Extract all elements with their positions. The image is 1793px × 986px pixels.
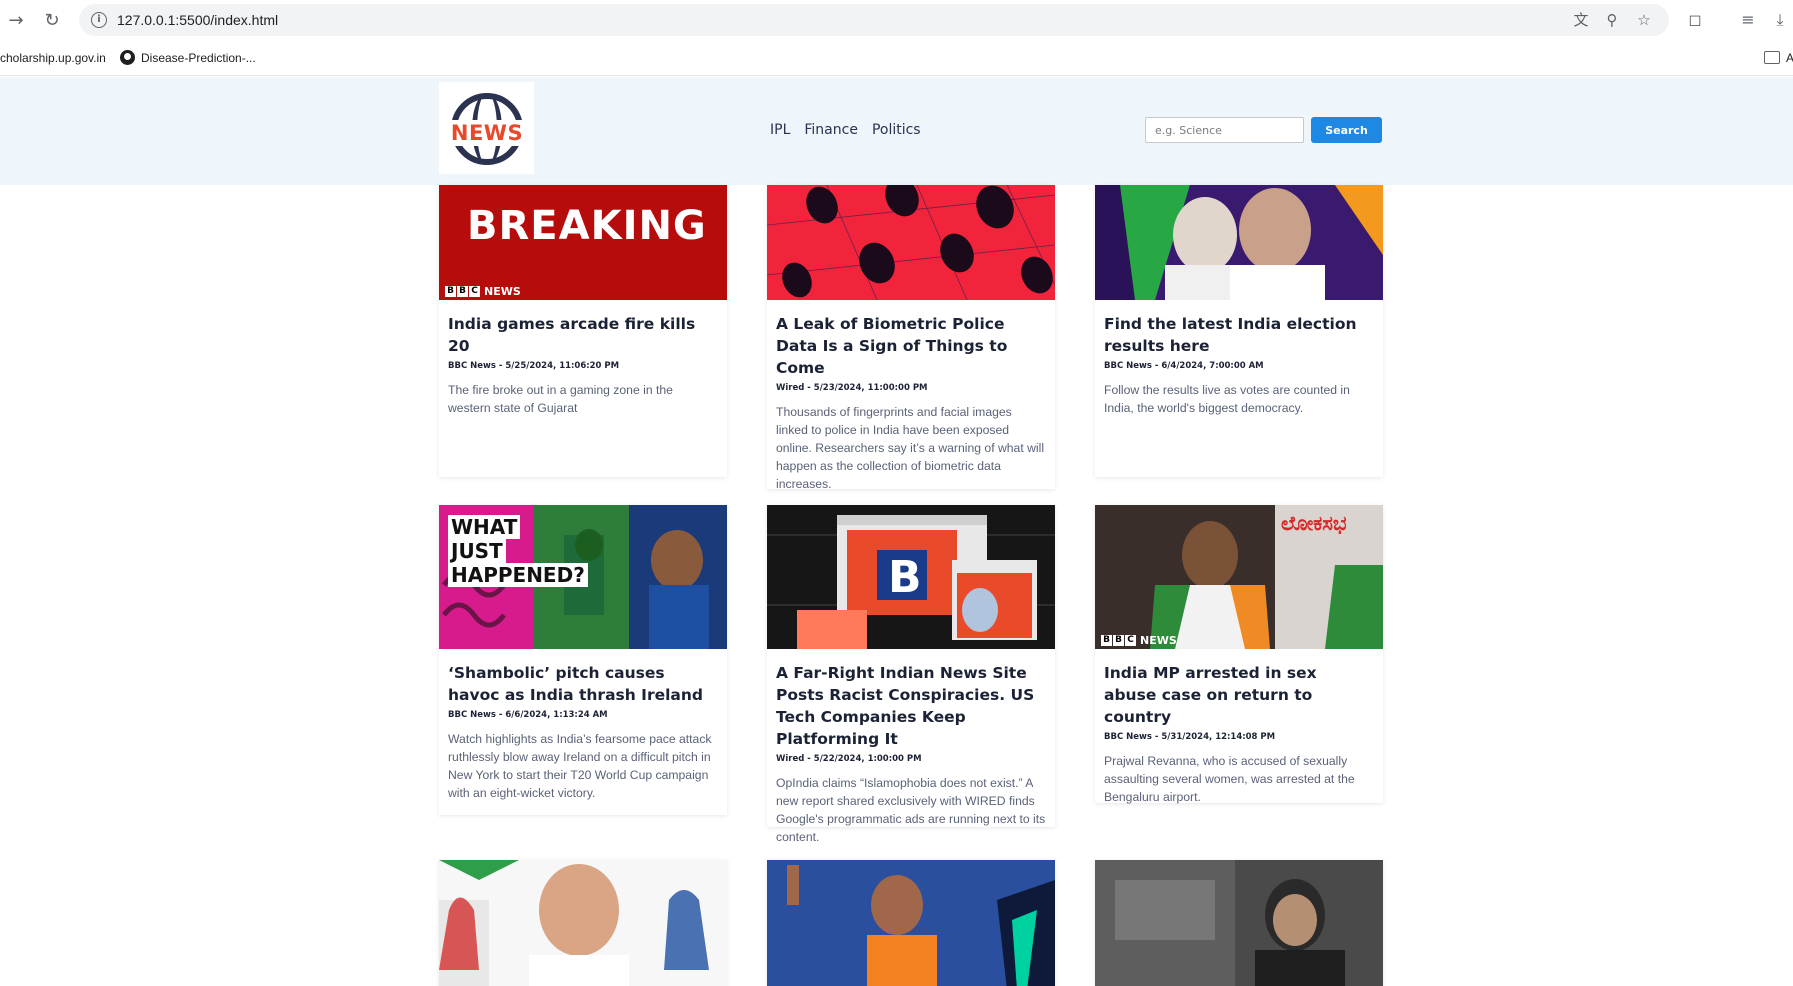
news-card[interactable]: A Leak of Biometric Police Data Is a Sig… [767, 185, 1055, 491]
site-logo[interactable]: NEWS [439, 82, 534, 174]
bbc-letter: B [1113, 634, 1124, 646]
article-meta: Wired - 5/23/2024, 11:00:00 PM [776, 383, 928, 393]
nav-ipl[interactable]: IPL [770, 122, 790, 142]
article-meta: BBC News - 6/6/2024, 1:13:24 AM [448, 710, 608, 720]
article-image [1095, 185, 1383, 300]
breitbart-windows-illustration: B [767, 515, 1055, 649]
news-card[interactable]: ಲೋಕಸಭ B B C NEWS India MP arrested in se… [1095, 505, 1383, 804]
article-image [767, 860, 1055, 986]
article-image [1095, 860, 1383, 986]
news-card[interactable]: Find the latest India election results h… [1095, 185, 1383, 477]
news-card[interactable]: B A Far-Right Indian News Site Posts Rac… [767, 505, 1055, 844]
news-card[interactable] [767, 860, 1055, 986]
headline-overlay: HAPPENED? [448, 563, 588, 587]
nav-politics[interactable]: Politics [872, 122, 921, 142]
image-kannada-text: ಲೋಕಸಭ [1281, 511, 1347, 535]
zoom-icon[interactable]: ⚲ [1602, 10, 1622, 30]
bookmark-label: cholarship.up.gov.in [0, 51, 106, 65]
article-image: ಲೋಕಸಭ B B C NEWS [1095, 505, 1383, 649]
bbc-letter: B [445, 285, 456, 297]
article-image [439, 860, 727, 986]
cricketer-celebration-illustration [767, 860, 1055, 986]
page-viewport: NEWS IPL Finance Politics Search BREAKIN… [0, 77, 1793, 986]
bookmark-star-icon[interactable]: ☆ [1634, 10, 1654, 30]
election-leaders-illustration [1095, 185, 1383, 300]
article-description: Prajwal Revanna, who is accused of sexua… [1104, 754, 1355, 804]
article-image: WHAT JUST HAPPENED? [439, 505, 727, 649]
news-card[interactable] [439, 860, 727, 986]
congress-leader-illustration [439, 860, 727, 986]
article-title[interactable]: India games arcade fire kills 20 [448, 313, 718, 357]
svg-text:B: B [888, 552, 922, 603]
bbc-news-word: NEWS [484, 284, 521, 298]
github-icon [120, 50, 135, 65]
overlay-line: JUST [451, 539, 503, 563]
search-input[interactable] [1145, 117, 1304, 143]
article-meta: BBC News - 5/25/2024, 11:06:20 PM [448, 361, 620, 371]
image-breaking-text: BREAKING [467, 203, 707, 249]
article-image: BREAKING B B C NEWS [439, 185, 727, 300]
news-card[interactable]: WHAT JUST HAPPENED? ‘Shambolic’ pitch ca… [439, 505, 727, 815]
address-url[interactable]: 127.0.0.1:5500/index.html [117, 12, 278, 28]
bookmarks-bar: cholarship.up.gov.in Disease-Prediction-… [0, 40, 1793, 76]
address-bar[interactable]: i 127.0.0.1:5500/index.html 文 ⚲ ☆ [79, 4, 1669, 36]
fingerprint-grid-illustration [767, 185, 1055, 300]
download-icon[interactable]: ⤓ [1768, 8, 1792, 32]
bbc-letter: B [1101, 634, 1112, 646]
overlay-line: WHAT [451, 515, 518, 539]
article-meta: BBC News - 5/31/2024, 12:14:08 PM [1104, 732, 1276, 742]
forward-icon[interactable]: → [4, 8, 28, 32]
bbc-news-word: NEWS [1140, 633, 1177, 647]
article-description: Follow the results live as votes are cou… [1104, 383, 1350, 415]
bbc-letter: C [469, 285, 480, 297]
site-info-icon[interactable]: i [91, 12, 107, 28]
article-title[interactable]: Find the latest India election results h… [1104, 313, 1374, 357]
headline-overlay: JUST [448, 539, 506, 563]
bookmark-truncated[interactable]: A [1786, 49, 1793, 67]
search-button[interactable]: Search [1311, 117, 1382, 143]
reading-list-icon[interactable]: ≡ [1736, 8, 1760, 32]
site-header: NEWS IPL Finance Politics Search [0, 77, 1793, 185]
article-title[interactable]: A Far-Right Indian News Site Posts Racis… [776, 662, 1046, 750]
article-title[interactable]: India MP arrested in sex abuse case on r… [1104, 662, 1374, 728]
office-worker-illustration [1095, 860, 1383, 986]
overlay-line: HAPPENED? [451, 563, 585, 587]
news-card[interactable]: BREAKING B B C NEWS India games arcade f… [439, 185, 727, 477]
extensions-icon[interactable]: ◻ [1683, 8, 1707, 32]
reload-icon[interactable]: ↻ [40, 8, 64, 32]
article-description: OpIndia claims “Islamophobia does not ex… [776, 776, 1046, 844]
logo-text: NEWS [450, 121, 524, 145]
browser-toolbar: → ↻ i 127.0.0.1:5500/index.html 文 ⚲ ☆ ◻ … [0, 0, 1793, 40]
article-image [767, 185, 1055, 300]
article-meta: BBC News - 6/4/2024, 7:00:00 AM [1104, 361, 1264, 371]
article-title[interactable]: ‘Shambolic’ pitch causes havoc as India … [448, 662, 718, 706]
nav-finance[interactable]: Finance [804, 122, 858, 142]
news-card[interactable] [1095, 860, 1383, 986]
translate-icon[interactable]: 文 [1571, 10, 1591, 30]
bbc-news-logo: B B C NEWS [445, 284, 521, 298]
article-image: B [767, 505, 1055, 649]
bookmark-disease-prediction[interactable]: Disease-Prediction-... [120, 49, 256, 67]
article-description: Watch highlights as India’s fearsome pac… [448, 732, 712, 800]
article-meta: Wired - 5/22/2024, 1:00:00 PM [776, 754, 922, 764]
headline-overlay: WHAT [448, 515, 521, 539]
bookmark-scholarship[interactable]: cholarship.up.gov.in [0, 49, 106, 67]
bookmark-label: Disease-Prediction-... [141, 51, 256, 65]
article-title[interactable]: A Leak of Biometric Police Data Is a Sig… [776, 313, 1046, 379]
all-bookmarks-folder-icon[interactable] [1764, 51, 1780, 64]
bbc-letter: B [457, 285, 468, 297]
logo-band: NEWS [445, 120, 529, 146]
bbc-news-logo: B B C NEWS [1101, 633, 1177, 647]
article-description: Thousands of fingerprints and facial ima… [776, 405, 1045, 491]
article-description: The fire broke out in a gaming zone in t… [448, 383, 673, 415]
category-nav: IPL Finance Politics [770, 122, 921, 142]
bbc-letter: C [1125, 634, 1136, 646]
